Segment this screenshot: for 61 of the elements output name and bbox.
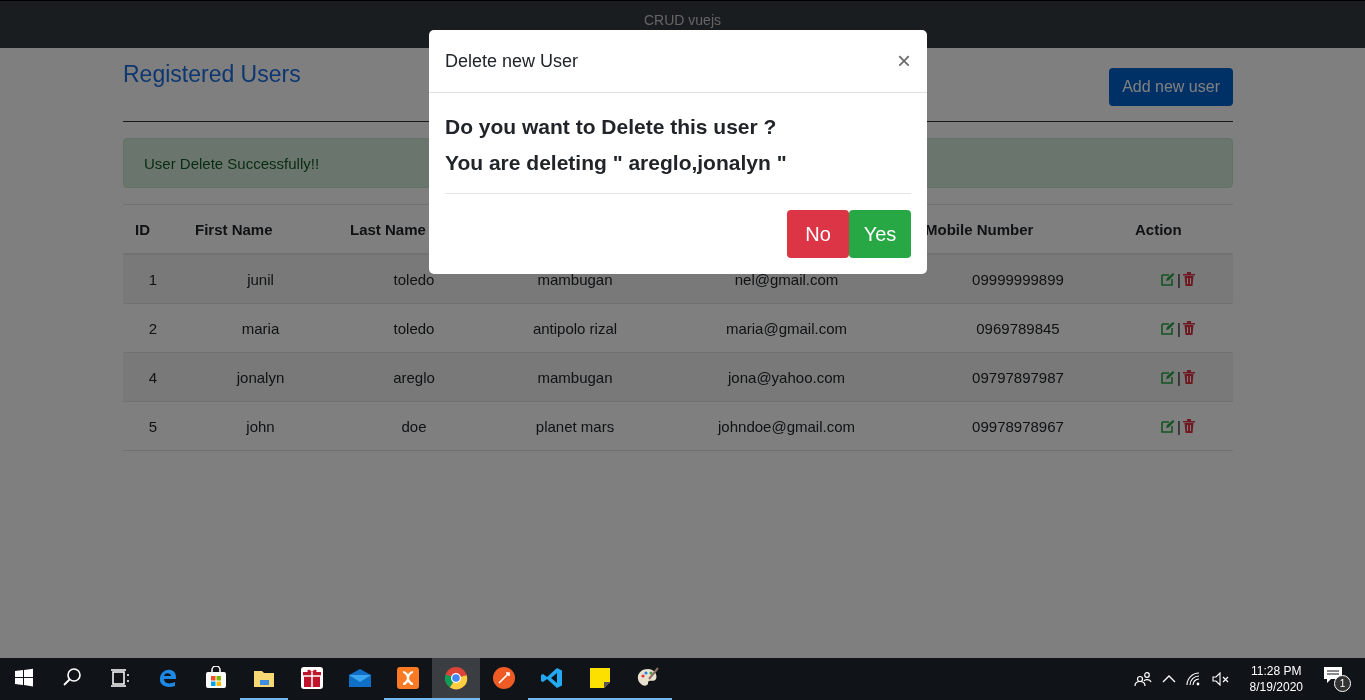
people-icon[interactable]	[1133, 671, 1152, 687]
table-cell-text: 09797897987	[971, 368, 1065, 386]
column-header: Last Name	[349, 220, 427, 238]
notification-count: 1	[1334, 675, 1351, 692]
action-separator: |	[1177, 270, 1181, 288]
table-cell-text: 2	[147, 319, 159, 337]
close-button[interactable]: ×	[897, 47, 911, 75]
table-cell-text: doe	[400, 417, 428, 435]
column-header: First Name	[194, 220, 274, 238]
add-user-button[interactable]: Add new user	[1109, 68, 1233, 106]
table-cell-text: maria@gmail.com	[724, 319, 849, 337]
table-cell-text: 5	[147, 417, 159, 435]
table-cell-text: jona@yahoo.com	[726, 368, 846, 386]
table-cell-text: 09978978967	[971, 417, 1065, 435]
action-separator: |	[1177, 417, 1181, 435]
shopping-bag-icon	[204, 666, 228, 690]
table-cell-text: 09999999899	[971, 270, 1065, 288]
column-header: ID	[134, 220, 151, 238]
gift-icon	[300, 666, 324, 690]
table-cell-text: 4	[147, 368, 159, 386]
sticky-note-icon	[588, 666, 612, 690]
table-cell-text: areglo	[392, 368, 436, 386]
table-cell-text: mambugan	[536, 368, 614, 386]
table-cell-text: maria	[240, 319, 281, 337]
navbar-title: CRUD vuejs	[644, 12, 721, 30]
table-cell-text: 1	[147, 270, 159, 288]
code-editor-icon	[540, 666, 564, 690]
table-cell-text: john	[245, 417, 276, 435]
trash-icon[interactable]	[1182, 419, 1195, 433]
table-cell-text: mambugan	[536, 270, 614, 288]
page-heading: Registered Users	[123, 60, 301, 88]
yes-button[interactable]: Yes	[849, 210, 911, 258]
clock-date[interactable]: 8/19/2020	[1249, 679, 1303, 695]
trash-icon[interactable]	[1182, 370, 1195, 384]
table-cell-text: toledo	[392, 270, 436, 288]
table-cell-text: 0969789845	[975, 319, 1061, 337]
trash-icon[interactable]	[1182, 321, 1195, 335]
dialog-detail: You are deleting " areglo,jonalyn "	[445, 150, 788, 176]
trash-icon[interactable]	[1182, 272, 1195, 286]
envelope-icon	[348, 666, 372, 690]
notification-button[interactable]: 1	[1323, 666, 1351, 692]
clock-time[interactable]: 11:28 PM	[1251, 663, 1302, 679]
table-cell-text: jonalyn	[235, 368, 286, 386]
column-header: Action	[1134, 220, 1183, 238]
action-separator: |	[1177, 319, 1181, 337]
table-cell-text: nel@gmail.com	[733, 270, 840, 288]
column-header: Mobile Number	[924, 220, 1035, 238]
table-cell-text: antipolo rizal	[531, 319, 619, 337]
table-cell-text: planet mars	[534, 417, 616, 435]
table-cell-text: toledo	[392, 319, 436, 337]
dialog-title: Delete new User	[445, 50, 579, 72]
table-cell-text: johndoe@gmail.com	[716, 417, 856, 435]
action-separator: |	[1177, 368, 1181, 386]
task-view-icon	[108, 666, 132, 690]
table-cell-text: junil	[246, 270, 275, 288]
chevron-up-icon[interactable]	[1161, 674, 1176, 684]
muted-speaker-icon[interactable]	[1211, 672, 1230, 686]
wifi-icon[interactable]	[1185, 672, 1202, 686]
dialog-question: Do you want to Delete this user ?	[445, 114, 778, 140]
taskbar-app[interactable]	[432, 658, 480, 700]
no-button[interactable]: No	[787, 210, 849, 258]
